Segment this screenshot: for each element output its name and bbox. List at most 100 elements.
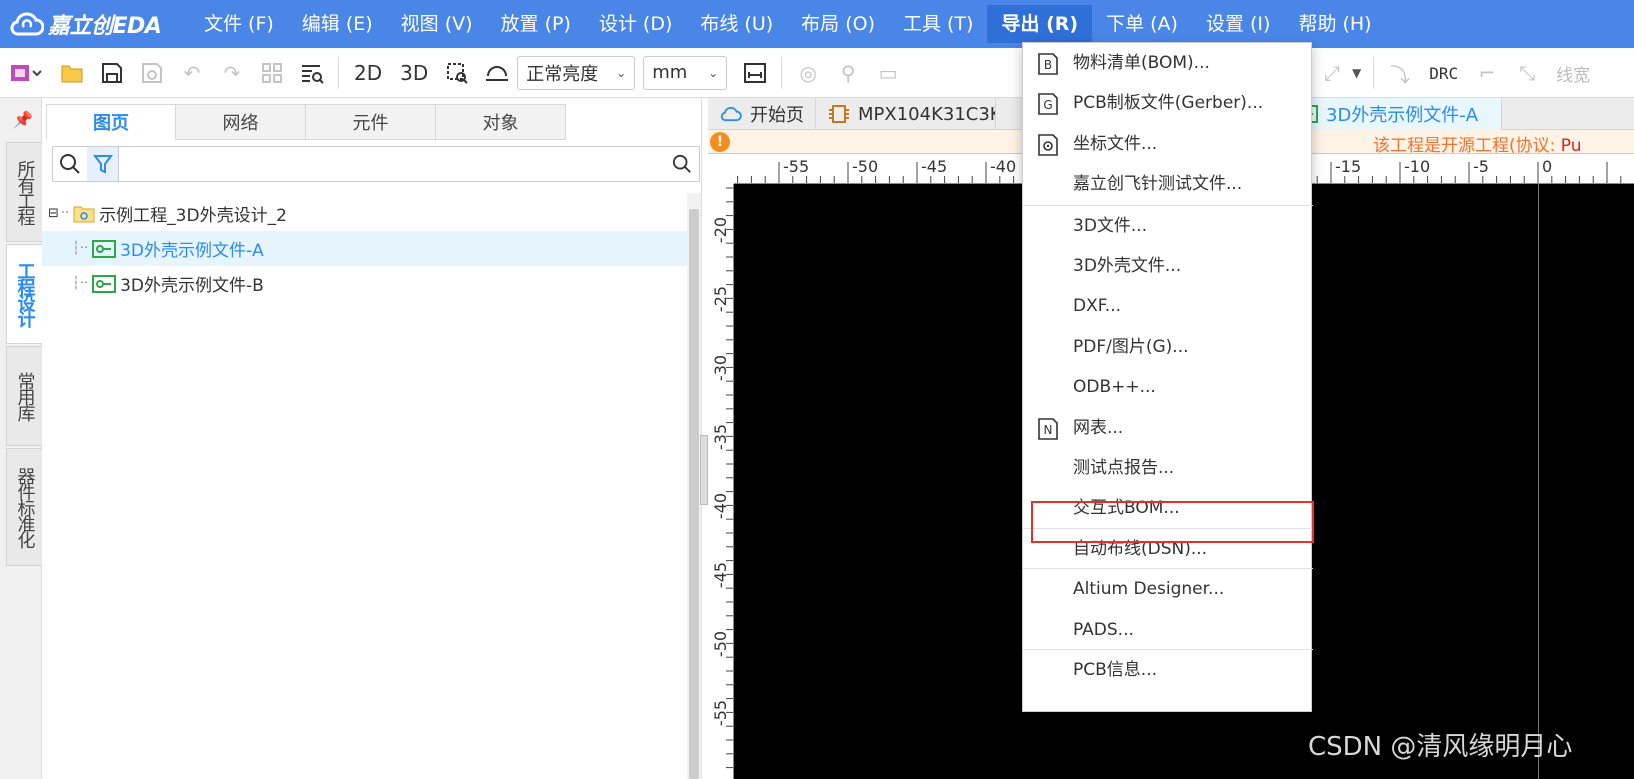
export-menu-item-label: 3D外壳文件... xyxy=(1073,256,1182,276)
export-menu-item-label: PCB制板文件(Gerber)... xyxy=(1073,93,1264,114)
brightness-select[interactable]: 正常亮度 ⌄ xyxy=(517,55,636,90)
export-menu-item-label: ODB++... xyxy=(1073,377,1156,398)
ruler-y-label: -20 xyxy=(711,217,730,243)
tab-common-library[interactable]: 常用库 xyxy=(6,346,42,446)
menu-file[interactable]: 文件 (F) xyxy=(190,5,288,43)
line-width-label: 线宽 xyxy=(1556,65,1591,86)
export-menu-item[interactable]: Altium Designer... xyxy=(1023,569,1313,609)
tab-start-page[interactable]: 开始页 xyxy=(708,98,816,130)
menu-tools[interactable]: 工具 (T) xyxy=(889,5,987,43)
export-menu-item-label: PADS... xyxy=(1073,619,1134,640)
export-menu-item[interactable]: G PCB制板文件(Gerber)... xyxy=(1023,83,1313,123)
measure-icon[interactable] xyxy=(735,53,775,93)
menu-view[interactable]: 视图 (V) xyxy=(387,5,487,43)
tab-components[interactable]: 元件 xyxy=(306,104,436,140)
open-folder-icon[interactable] xyxy=(52,53,92,93)
redo-icon[interactable]: ↷ xyxy=(212,53,252,93)
menu-design[interactable]: 设计 (D) xyxy=(585,5,687,43)
new-file-icon[interactable] xyxy=(0,53,52,93)
menu-separator xyxy=(1023,649,1313,650)
menu-settings[interactable]: 设置 (I) xyxy=(1192,5,1284,43)
menu-place[interactable]: 放置 (P) xyxy=(487,5,585,43)
diagonal-route-icon[interactable]: ⤢ xyxy=(1312,53,1352,93)
undo-icon[interactable]: ↶ xyxy=(172,53,212,93)
ruler-x-label: 0 xyxy=(1542,157,1552,176)
menu-order[interactable]: 下单 (A) xyxy=(1092,5,1192,43)
list-search-icon[interactable] xyxy=(292,53,332,93)
menu-route[interactable]: 布线 (U) xyxy=(686,5,787,43)
tab-pcb-file[interactable]: 3D外壳示例文件-A xyxy=(1282,98,1502,130)
route-icon[interactable]: ⌐ xyxy=(1467,53,1507,93)
tab-nets[interactable]: 网络 xyxy=(176,104,306,140)
tree-project-row[interactable]: ⊟ ·· 示例工程_3D外壳设计_2 xyxy=(42,196,687,231)
tab-pages[interactable]: 图页 xyxy=(46,104,176,140)
tab-all-projects[interactable]: 所有工程 xyxy=(6,142,42,242)
drc-button[interactable]: DRC xyxy=(1420,53,1467,93)
pin-icon[interactable]: ⚲ xyxy=(828,53,868,93)
export-menu-item[interactable]: B 物料清单(BOM)... xyxy=(1023,43,1313,83)
view-3d-button[interactable]: 3D xyxy=(391,53,437,93)
diff-pair-icon[interactable]: ⤡ xyxy=(1507,53,1547,93)
export-menu-item[interactable]: 3D文件... xyxy=(1023,206,1313,246)
export-menu-item[interactable]: PADS... xyxy=(1023,610,1313,650)
save-icon[interactable] xyxy=(92,53,132,93)
scrollbar-thumb[interactable] xyxy=(689,209,699,779)
menu-bar: 嘉立创EDA 文件 (F) 编辑 (E) 视图 (V) 放置 (P) 设计 (D) 布线 … xyxy=(0,0,1634,48)
search-input[interactable] xyxy=(119,147,665,181)
tree-file-row[interactable]: ┆·· 3D外壳示例文件-B xyxy=(42,266,687,301)
select-area-icon[interactable] xyxy=(437,53,477,93)
export-menu-item[interactable]: PCB信息... xyxy=(1023,650,1313,690)
tree-file-row[interactable]: ┆·· 3D外壳示例文件-A xyxy=(42,231,687,266)
search-submit-icon[interactable] xyxy=(665,147,699,181)
unit-select[interactable]: mm ⌄ xyxy=(643,55,728,90)
svg-text:N: N xyxy=(1044,423,1053,437)
export-menu-item[interactable]: PDF/图片(G)... xyxy=(1023,327,1313,367)
search-icon[interactable] xyxy=(53,147,87,181)
tab-objects[interactable]: 对象 xyxy=(436,104,566,140)
menu-export[interactable]: 导出 (R) xyxy=(987,5,1093,43)
chevron-down-icon[interactable]: ▼ xyxy=(1352,66,1361,80)
menu-separator xyxy=(1023,204,1313,206)
export-menu-item[interactable]: 坐标文件... xyxy=(1023,124,1313,164)
rectangle-icon[interactable]: ▭ xyxy=(868,53,908,93)
ruler-x-label: -45 xyxy=(921,157,947,176)
menu-layout[interactable]: 布局 (O) xyxy=(787,5,889,43)
export-menu-item[interactable]: DXF... xyxy=(1023,286,1313,326)
export-menu-item-label: 坐标文件... xyxy=(1073,133,1158,154)
collapse-icon[interactable]: ⊟ xyxy=(48,206,59,221)
project-tree: ⊟ ·· 示例工程_3D外壳设计_2 ┆·· 3D外壳示例文件-A ┆·· 3D… xyxy=(42,196,687,301)
tab-component[interactable]: MPX104K31C3K xyxy=(816,98,996,130)
filter-icon[interactable] xyxy=(87,147,119,181)
tab-project-design[interactable]: 工程设计 xyxy=(6,244,42,344)
view-2d-button[interactable]: 2D xyxy=(345,53,391,93)
export-menu-item[interactable]: 3D外壳文件... xyxy=(1023,246,1313,286)
highlight-annotation-box xyxy=(1031,501,1314,543)
export-menu-item[interactable]: N 网表... xyxy=(1023,408,1313,448)
ruler-y-label: -50 xyxy=(711,631,730,657)
panel-splitter-handle[interactable] xyxy=(700,435,708,505)
via-icon[interactable]: ◎ xyxy=(788,53,828,93)
brightness-mode-icon[interactable] xyxy=(477,53,517,93)
panel-search-bar xyxy=(52,146,700,182)
menu-help[interactable]: 帮助 (H) xyxy=(1284,5,1385,43)
export-menu-item-label: 嘉立创飞针测试文件... xyxy=(1073,174,1243,195)
save-history-icon[interactable] xyxy=(132,53,172,93)
origin-axis-line xyxy=(1538,184,1539,779)
export-menu-item[interactable]: ODB++... xyxy=(1023,367,1313,407)
tab-component-label: MPX104K31C3K xyxy=(858,103,996,125)
tab-device-standardization[interactable]: 器件标准化 xyxy=(6,448,42,566)
ruler-x-label: -55 xyxy=(783,157,809,176)
export-menu-item[interactable]: 测试点报告... xyxy=(1023,448,1313,488)
ruler-y-label: -40 xyxy=(711,493,730,519)
notice-message: 该工程是开源工程(协议: xyxy=(1373,136,1561,156)
panel-scrollbar[interactable] xyxy=(687,193,701,779)
export-menu-item[interactable]: 嘉立创飞针测试文件... xyxy=(1023,164,1313,204)
export-menu-item-label: 3D文件... xyxy=(1073,215,1148,236)
pin-icon[interactable]: 📌 xyxy=(13,110,33,129)
toolbar-separator xyxy=(338,56,339,89)
menu-edit[interactable]: 编辑 (E) xyxy=(288,5,387,43)
toolbar-separator xyxy=(781,56,783,89)
tab-common-library-label: 常用库 xyxy=(14,372,36,420)
grid-icon[interactable] xyxy=(252,53,292,93)
import-icon[interactable]: ⤵ xyxy=(1380,53,1420,93)
